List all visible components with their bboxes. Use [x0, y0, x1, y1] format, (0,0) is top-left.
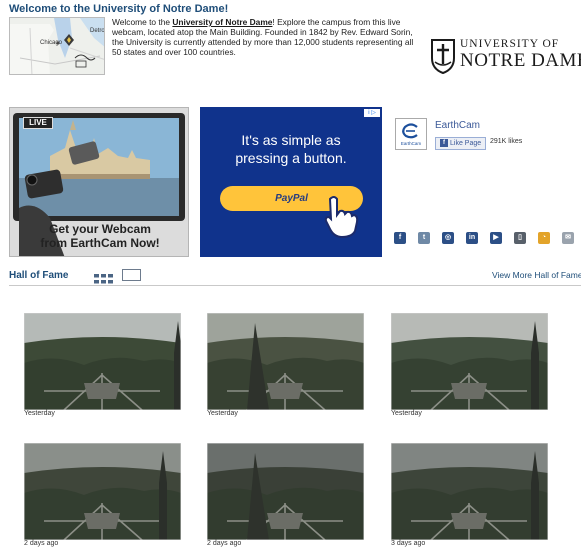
like-label: Like Page — [450, 140, 482, 147]
campus-snapshot-thumbnail[interactable] — [391, 313, 548, 410]
campus-snapshot-thumbnail[interactable] — [391, 443, 548, 540]
snapshot-date-caption: Yesterday — [24, 410, 55, 417]
paypal-ad-text: It's as simple as pressing a button. — [200, 131, 382, 167]
snapshot-date-caption: Yesterday — [391, 410, 422, 417]
webcam-ad-line2: from EarthCam Now! — [40, 236, 160, 250]
campus-aerial-image — [391, 443, 548, 540]
live-badge: LIVE — [23, 117, 53, 129]
campus-snapshot-thumbnail[interactable] — [207, 313, 364, 410]
snapshot-date-caption: 3 days ago — [391, 540, 426, 547]
intro-text: Welcome to the University of Notre Dame!… — [112, 17, 417, 57]
likes-count: 291K likes — [490, 138, 523, 145]
hall-of-fame-item[interactable]: Yesterday — [207, 313, 364, 417]
instagram-icon[interactable]: ◎ — [442, 232, 454, 244]
campus-aerial-image — [391, 313, 548, 410]
map-label-detroit: Detro — [90, 28, 105, 34]
campus-snapshot-thumbnail[interactable] — [207, 443, 364, 540]
social-icons: f t ◎ in ▶ ▯ ◔ ✉ — [392, 232, 581, 246]
section-divider — [9, 285, 581, 286]
rss-icon[interactable]: ◔ — [538, 232, 550, 244]
university-link[interactable]: University of Notre Dame — [172, 17, 272, 27]
notre-dame-logo[interactable]: UNIVERSITY OF NOTRE DAME — [430, 38, 581, 78]
map-graphic — [10, 18, 104, 74]
earthcam-facebook-box: EarthCam EarthCam f Like Page 291K likes — [395, 115, 581, 155]
campus-aerial-image — [207, 443, 364, 540]
pointing-hand-icon — [324, 196, 359, 239]
hall-of-fame-item[interactable]: 3 days ago — [391, 443, 548, 547]
logo-notre-dame: NOTRE DAME — [460, 50, 581, 71]
location-map[interactable]: Chicago Detro — [9, 17, 105, 75]
facebook-like-button[interactable]: f Like Page — [435, 137, 487, 150]
snapshot-date-caption: Yesterday — [207, 410, 238, 417]
campus-aerial-image — [24, 313, 181, 410]
hall-of-fame-item[interactable]: 2 days ago — [24, 443, 181, 547]
single-view-icon[interactable] — [122, 269, 141, 281]
paypal-ad-line2: pressing a button. — [235, 150, 347, 166]
earthcam-logo[interactable]: EarthCam — [395, 118, 427, 150]
earthcam-logo-text: EarthCam — [400, 141, 422, 146]
facebook-icon: f — [440, 139, 448, 148]
intro-lead: Welcome to the — [112, 17, 173, 27]
hall-of-fame-title: Hall of Fame — [9, 270, 69, 281]
earthcam-webcam-ad[interactable]: LIVE Get your Webcam from EarthCam Now! — [9, 107, 189, 257]
twitter-icon[interactable]: t — [418, 232, 430, 244]
campus-aerial-image — [207, 313, 364, 410]
webcam-ad-line1: Get your Webcam — [49, 222, 151, 236]
ad-choices-icon[interactable]: i ▷ — [364, 109, 380, 117]
webcam-ad-headline: Get your Webcam from EarthCam Now! — [10, 222, 188, 250]
grid-view-graphic — [94, 274, 113, 284]
facebook-icon[interactable]: f — [394, 232, 406, 244]
hall-of-fame-item[interactable]: Yesterday — [391, 313, 548, 417]
nd-shield-icon — [431, 39, 455, 74]
email-icon[interactable]: ✉ — [562, 232, 574, 244]
campus-snapshot-thumbnail[interactable] — [24, 313, 181, 410]
snapshot-date-caption: 2 days ago — [24, 540, 59, 547]
earthcam-e-icon — [402, 123, 418, 139]
hall-of-fame-item[interactable]: 2 days ago — [207, 443, 364, 547]
logo-university-of: UNIVERSITY OF — [460, 38, 560, 50]
earthcam-page-name[interactable]: EarthCam — [435, 120, 480, 131]
snapshot-date-caption: 2 days ago — [207, 540, 242, 547]
view-more-hall-of-fame-link[interactable]: View More Hall of Fame — [492, 270, 581, 280]
linkedin-icon[interactable]: in — [466, 232, 478, 244]
paypal-ad[interactable]: i ▷ It's as simple as pressing a button.… — [200, 107, 382, 257]
paypal-ad-line1: It's as simple as — [241, 132, 341, 148]
map-label-chicago: Chicago — [40, 40, 63, 46]
hall-of-fame-item[interactable]: Yesterday — [24, 313, 181, 417]
grid-view-icon[interactable] — [94, 271, 114, 284]
youtube-icon[interactable]: ▶ — [490, 232, 502, 244]
campus-aerial-image — [24, 443, 181, 540]
page-title: Welcome to the University of Notre Dame! — [9, 3, 229, 15]
mobile-app-icon[interactable]: ▯ — [514, 232, 526, 244]
campus-snapshot-thumbnail[interactable] — [24, 443, 181, 540]
